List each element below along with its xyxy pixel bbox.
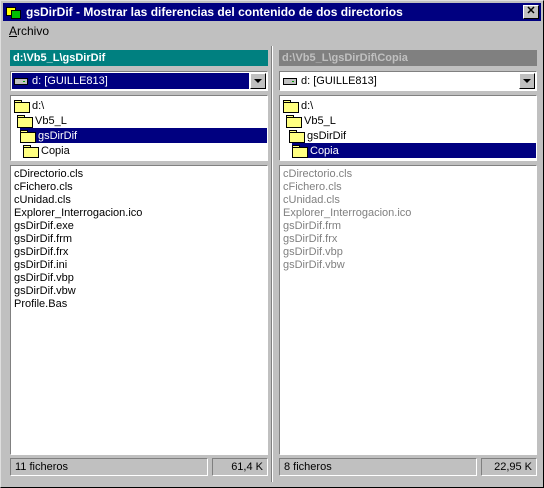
folder-open-icon	[17, 115, 33, 128]
chevron-down-icon	[254, 79, 262, 83]
right-drive-value: d: [GUILLE813]	[301, 75, 377, 87]
list-item[interactable]: gsDirDif.vbp	[14, 272, 264, 285]
list-item[interactable]: gsDirDif.frm	[283, 220, 533, 233]
close-button[interactable]: ✕	[523, 5, 539, 19]
window-title: gsDirDif - Mostrar las diferencias del c…	[26, 5, 403, 19]
main-window: gsDirDif - Mostrar las diferencias del c…	[0, 0, 544, 488]
dir-item-gsdirdif[interactable]: gsDirDif	[20, 128, 267, 143]
left-file-list[interactable]: cDirectorio.cls cFichero.cls cUnidad.cls…	[10, 165, 268, 455]
right-total-size: 22,95 K	[481, 458, 537, 476]
drive-icon	[283, 77, 297, 85]
chevron-down-icon	[523, 79, 531, 83]
right-path-label: d:\Vb5_L\gsDirDif\Copia	[279, 50, 537, 66]
list-item[interactable]: cDirectorio.cls	[14, 168, 264, 181]
dir-item-vb5[interactable]: Vb5_L	[286, 113, 336, 128]
menu-bar: Archivo	[3, 22, 541, 40]
list-item[interactable]: cFichero.cls	[14, 181, 264, 194]
left-directory-list[interactable]: d:\ Vb5_L gsDirDif Copia	[10, 95, 268, 161]
panel-splitter[interactable]	[271, 46, 273, 482]
dir-item-gsdirdif[interactable]: gsDirDif	[289, 128, 346, 143]
list-item[interactable]: gsDirDif.vbw	[283, 259, 533, 272]
left-path-label: d:\Vb5_L\gsDirDif	[10, 50, 268, 66]
folder-open-icon	[286, 115, 302, 128]
folder-icon	[23, 145, 39, 158]
dir-item-vb5[interactable]: Vb5_L	[17, 113, 67, 128]
list-item[interactable]: gsDirDif.ini	[14, 259, 264, 272]
list-item[interactable]: cUnidad.cls	[14, 194, 264, 207]
list-item[interactable]: cUnidad.cls	[283, 194, 533, 207]
left-drive-dropdown-button[interactable]	[250, 73, 266, 89]
left-status-bar: 11 ficheros 61,4 K	[10, 458, 268, 476]
title-bar[interactable]: gsDirDif - Mostrar las diferencias del c…	[3, 3, 541, 21]
left-total-size: 61,4 K	[212, 458, 268, 476]
list-item[interactable]: gsDirDif.frx	[283, 233, 533, 246]
left-drive-select[interactable]: d: [GUILLE813]	[10, 71, 268, 91]
list-item[interactable]: gsDirDif.vbw	[14, 285, 264, 298]
list-item[interactable]: gsDirDif.exe	[14, 220, 264, 233]
left-panel: d:\Vb5_L\gsDirDif d: [GUILLE813] d:\ Vb5…	[10, 50, 268, 476]
right-drive-dropdown-button[interactable]	[519, 73, 535, 89]
list-item[interactable]: cFichero.cls	[283, 181, 533, 194]
list-item[interactable]: Explorer_Interrogacion.ico	[14, 207, 264, 220]
right-directory-list[interactable]: d:\ Vb5_L gsDirDif Copia	[279, 95, 537, 161]
folder-open-icon	[289, 130, 305, 143]
folder-open-icon	[20, 130, 36, 143]
right-file-list[interactable]: cDirectorio.cls cFichero.cls cUnidad.cls…	[279, 165, 537, 455]
app-folders-icon	[6, 4, 22, 20]
folder-open-icon	[292, 145, 308, 158]
right-file-count: 8 ficheros	[279, 458, 477, 476]
left-drive-value: d: [GUILLE813]	[32, 75, 108, 87]
right-drive-select[interactable]: d: [GUILLE813]	[279, 71, 537, 91]
folder-open-icon	[14, 100, 30, 113]
list-item[interactable]: cDirectorio.cls	[283, 168, 533, 181]
list-item[interactable]: Profile.Bas	[14, 298, 264, 311]
drive-icon	[14, 77, 28, 85]
left-file-count: 11 ficheros	[10, 458, 208, 476]
menu-archivo[interactable]: Archivo	[3, 24, 55, 38]
dir-item-copia[interactable]: Copia	[23, 143, 70, 158]
list-item[interactable]: Explorer_Interrogacion.ico	[283, 207, 533, 220]
list-item[interactable]: gsDirDif.vbp	[283, 246, 533, 259]
dir-item-root[interactable]: d:\	[14, 98, 44, 113]
right-panel: d:\Vb5_L\gsDirDif\Copia d: [GUILLE813] d…	[279, 50, 537, 476]
dir-item-copia[interactable]: Copia	[292, 143, 536, 158]
list-item[interactable]: gsDirDif.frx	[14, 246, 264, 259]
right-status-bar: 8 ficheros 22,95 K	[279, 458, 537, 476]
list-item[interactable]: gsDirDif.frm	[14, 233, 264, 246]
dir-item-root[interactable]: d:\	[283, 98, 313, 113]
folder-open-icon	[283, 100, 299, 113]
